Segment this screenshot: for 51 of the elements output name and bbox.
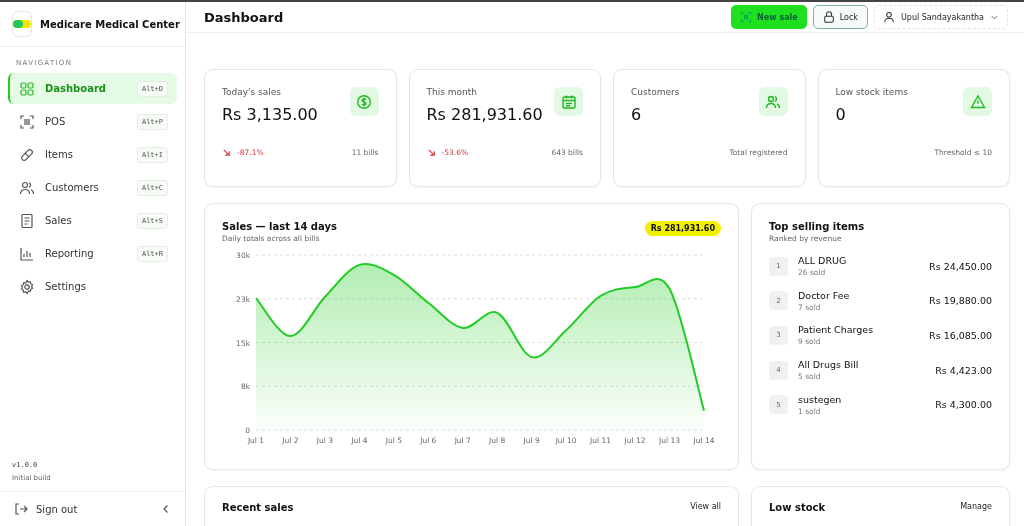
warning-icon [963,87,992,116]
item-name: ALL DRUG [798,255,848,267]
item-revenue: Rs 24,450.00 [929,260,992,272]
manage-link[interactable]: Manage [960,502,992,511]
nav-item[interactable]: Settings [8,271,177,302]
stat-value: Rs 3,135.00 [222,105,318,124]
users-icon [19,179,35,196]
logo-icon [12,11,32,37]
stat-value: Rs 281,931.60 [426,105,543,124]
view-all-link[interactable]: View all [690,502,721,511]
users-icon [758,87,788,116]
item-name: Doctor Fee [798,289,851,301]
stat-label: Today's sales [222,87,282,97]
user-icon [883,11,895,23]
item-name: sustegen [798,393,843,405]
scan-icon [740,11,753,23]
stat-label: Customers [631,87,680,97]
stat-label: Low stock items [835,87,908,97]
user-menu[interactable]: Upul Sandayakantha [874,5,1008,29]
arrow-down-right-icon [222,148,231,157]
settings-icon [19,278,35,295]
stat-value: 6 [631,105,643,124]
lock-icon [822,11,835,23]
document-icon [19,212,35,229]
new-sale-button[interactable]: New sale [731,5,807,29]
item-revenue: Rs 16,085.00 [929,330,992,341]
sign-out-icon [14,502,28,516]
item-name: All Drugs Bill [798,359,860,371]
item-name: Patient Charges [798,324,875,336]
card-title: Recent sales [222,502,294,513]
item-revenue: Rs 4,423.00 [935,364,992,376]
card-title: Low stock [769,502,826,513]
stat-value: 0 [835,105,847,124]
stat-label: This month [426,87,478,97]
total-badge: Rs 281,931.60 [644,221,721,236]
calendar-icon [554,87,583,116]
dollar-icon [349,87,379,116]
lock-button[interactable]: Lock [812,5,868,29]
scan-icon [19,113,35,130]
page-title: Dashboard [204,9,285,25]
pill-icon [19,146,35,163]
chart-title: Sales — last 14 days [222,221,337,232]
collapse-icon[interactable] [161,504,171,514]
bar-chart-icon [19,245,35,262]
item-revenue: Rs 4,300.00 [935,399,992,411]
sign-out-link[interactable]: Sign out [14,502,78,516]
arrow-down-right-icon [426,148,436,157]
grid-icon [19,80,35,97]
item-revenue: Rs 19,880.00 [929,295,992,307]
brand-name: Medicare Medical Center [40,18,180,30]
card-title: Top selling items [769,221,866,232]
